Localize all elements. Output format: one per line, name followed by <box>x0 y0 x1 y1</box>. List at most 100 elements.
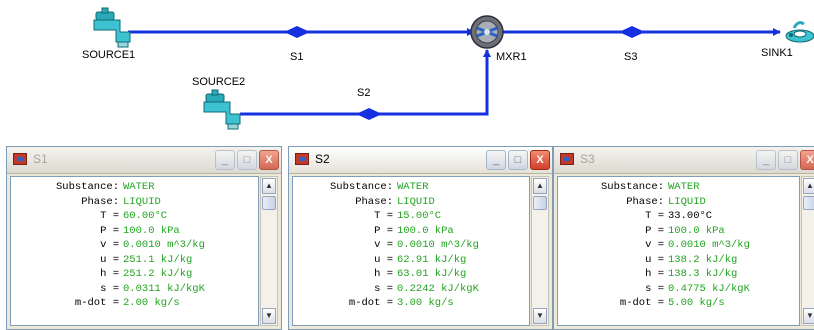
property-label: s = <box>100 282 119 295</box>
property-value: 0.0311 kJ/kgK <box>123 282 205 295</box>
property-row: Substance: WATER <box>11 180 258 194</box>
property-label: Substance: <box>55 181 119 193</box>
stream-s3[interactable] <box>503 26 781 38</box>
property-label: Phase: <box>81 195 119 208</box>
property-row: Substance: WATER <box>558 180 799 194</box>
property-label: h = <box>645 268 664 280</box>
property-label: h = <box>100 268 119 280</box>
property-row: h = 63.01 kJ/kg <box>293 267 529 281</box>
property-value: WATER <box>668 181 700 193</box>
property-label: Phase: <box>626 195 664 208</box>
property-value: WATER <box>397 181 429 193</box>
property-row: u = 251.1 kJ/kg <box>11 253 258 267</box>
property-value: 15.00°C <box>397 210 442 222</box>
app-icon <box>13 153 27 165</box>
property-row: T = 15.00°C <box>293 209 529 223</box>
mixer-label: MXR1 <box>496 51 527 63</box>
property-row: Phase: LIQUID <box>293 195 529 209</box>
property-label: Substance: <box>329 181 393 193</box>
stream-window-s3[interactable]: S3 _ □ X Substance: WATER Phase: LIQUID T = 3… <box>553 146 814 330</box>
minimize-button[interactable]: _ <box>215 150 235 170</box>
property-row: Phase: LIQUID <box>11 195 258 209</box>
property-value: 251.1 kJ/kg <box>123 253 193 266</box>
property-row: v = 0.0010 m^3/kg <box>11 238 258 252</box>
scroll-thumb[interactable] <box>803 196 814 210</box>
scroll-down-icon[interactable]: ▼ <box>533 308 547 324</box>
property-row: u = 138.2 kJ/kg <box>558 253 799 267</box>
property-value: 100.0 kPa <box>397 224 454 237</box>
property-row: v = 0.0010 m^3/kg <box>558 238 799 252</box>
maximize-button[interactable]: □ <box>778 150 798 170</box>
sink-label: SINK1 <box>761 47 793 59</box>
property-row: s = 0.0311 kJ/kgK <box>11 282 258 296</box>
stream-window-s2[interactable]: S2 _ □ X Substance: WATER Phase: LIQUID T = 1… <box>288 146 553 330</box>
property-row: T = 33.00°C <box>558 209 799 223</box>
property-label: P = <box>645 224 664 237</box>
property-value: 138.3 kJ/kg <box>668 268 738 280</box>
property-row: v = 0.0010 m^3/kg <box>293 238 529 252</box>
property-row: m-dot = 5.00 kg/s <box>558 296 799 310</box>
app-icon <box>295 153 309 165</box>
scroll-up-icon[interactable]: ▲ <box>262 178 276 194</box>
stream-s2-label: S2 <box>357 87 371 99</box>
window-title: S2 <box>315 152 330 166</box>
property-value: LIQUID <box>123 195 161 208</box>
scroll-thumb[interactable] <box>533 196 547 210</box>
scroll-up-icon[interactable]: ▲ <box>533 178 547 194</box>
property-label: h = <box>374 268 393 280</box>
source1-faucet-icon[interactable] <box>93 7 131 48</box>
properties-panel: Substance: WATER Phase: LIQUID T = 15.00°C P =… <box>292 176 530 326</box>
maximize-button[interactable]: □ <box>508 150 528 170</box>
scroll-down-icon[interactable]: ▼ <box>262 308 276 324</box>
scroll-down-icon[interactable]: ▼ <box>803 308 814 324</box>
stream-window-s1[interactable]: S1 _ □ X Substance: WATER Phase: LIQUID T = 6… <box>6 146 282 330</box>
close-button[interactable]: X <box>800 150 814 170</box>
minimize-button[interactable]: _ <box>756 150 776 170</box>
window-titlebar[interactable]: S1 _ □ X <box>7 147 281 174</box>
stream-s2[interactable] <box>240 49 491 120</box>
property-label: Substance: <box>600 181 664 193</box>
property-label: Phase: <box>355 195 393 208</box>
property-label: P = <box>100 224 119 237</box>
window-titlebar[interactable]: S2 _ □ X <box>289 147 552 174</box>
property-value: 2.00 kg/s <box>123 297 180 309</box>
minimize-button[interactable]: _ <box>486 150 506 170</box>
scroll-thumb[interactable] <box>262 196 276 210</box>
vertical-scrollbar[interactable]: ▲ ▼ <box>531 176 549 326</box>
close-button[interactable]: X <box>530 150 550 170</box>
mixer-icon[interactable] <box>470 15 504 49</box>
property-value: 62.91 kJ/kg <box>397 253 467 266</box>
scroll-up-icon[interactable]: ▲ <box>803 178 814 194</box>
close-button[interactable]: X <box>259 150 279 170</box>
property-value: 100.0 kPa <box>668 224 725 237</box>
flowsheet-canvas[interactable] <box>0 0 814 145</box>
stream-s1[interactable] <box>128 26 475 38</box>
stream-s3-marker[interactable] <box>619 26 645 38</box>
property-value: 3.00 kg/s <box>397 297 454 309</box>
property-row: m-dot = 2.00 kg/s <box>11 296 258 310</box>
vertical-scrollbar[interactable]: ▲ ▼ <box>801 176 814 326</box>
sink-drain-icon[interactable] <box>785 21 814 43</box>
stream-s3-label: S3 <box>624 51 638 63</box>
vertical-scrollbar[interactable]: ▲ ▼ <box>260 176 278 326</box>
stream-s2-marker[interactable] <box>356 108 382 120</box>
source2-faucet-icon[interactable] <box>203 89 241 130</box>
property-row: P = 100.0 kPa <box>558 224 799 238</box>
property-label: v = <box>645 239 664 251</box>
property-value: LIQUID <box>668 195 706 208</box>
property-row: m-dot = 3.00 kg/s <box>293 296 529 310</box>
property-label: u = <box>645 253 664 266</box>
property-label: T = <box>645 210 664 222</box>
property-row: Substance: WATER <box>293 180 529 194</box>
property-label: s = <box>374 282 393 295</box>
maximize-button[interactable]: □ <box>237 150 257 170</box>
property-value: 0.0010 m^3/kg <box>397 239 479 251</box>
property-label: T = <box>374 210 393 222</box>
window-titlebar[interactable]: S3 _ □ X <box>554 147 814 174</box>
property-row: s = 0.4775 kJ/kgK <box>558 282 799 296</box>
window-title: S3 <box>580 152 595 166</box>
property-row: P = 100.0 kPa <box>293 224 529 238</box>
stream-s1-marker[interactable] <box>284 26 310 38</box>
source1-label: SOURCE1 <box>82 49 136 61</box>
property-label: u = <box>100 253 119 266</box>
